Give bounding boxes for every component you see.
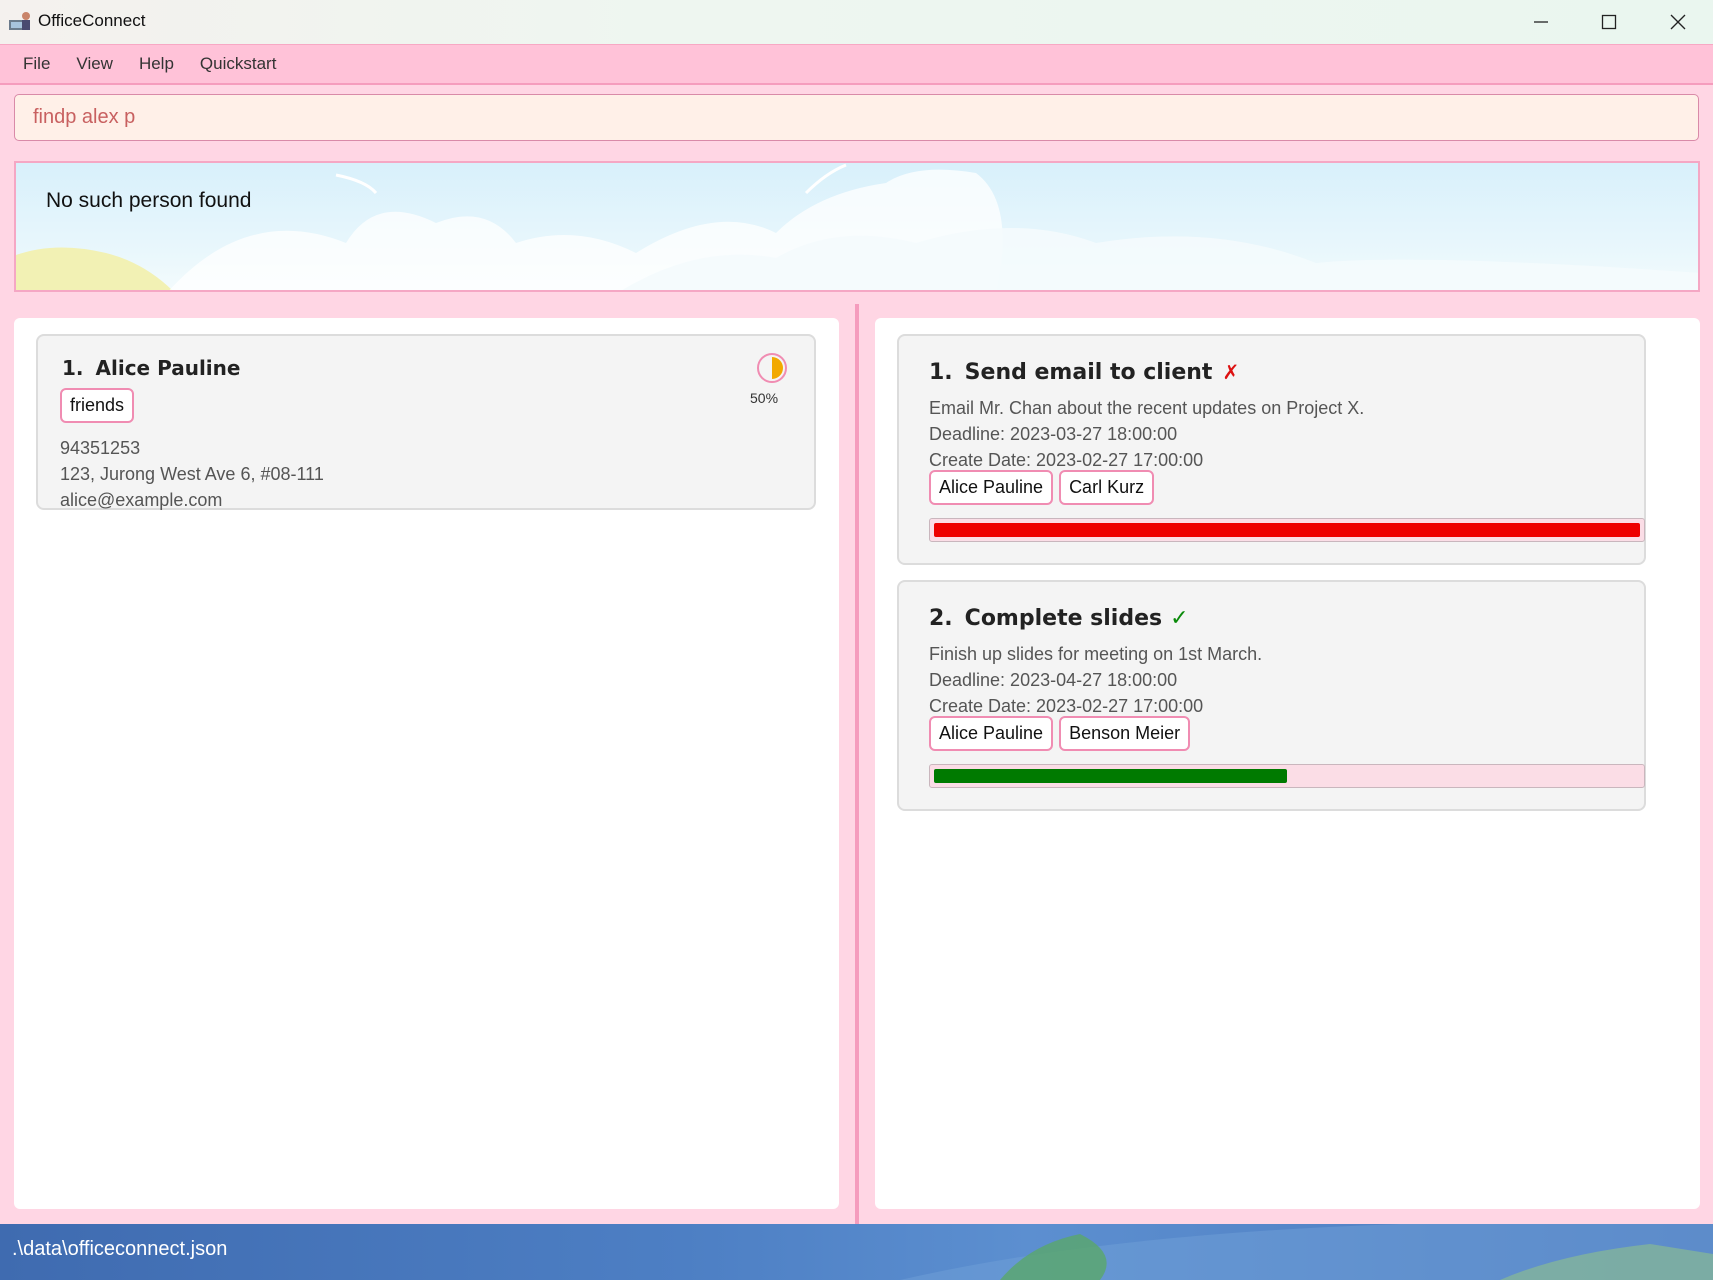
maximize-button[interactable] (1574, 0, 1644, 44)
result-display: No such person found (14, 161, 1700, 292)
progress-percentage: 50% (750, 390, 779, 406)
task-create-date: Create Date: 2023-02-27 17:00:00 (929, 450, 1204, 470)
menu-view[interactable]: View (63, 54, 126, 74)
app-icon (9, 12, 30, 30)
assignee-tag: Alice Pauline (929, 716, 1054, 751)
maximize-icon (1601, 14, 1617, 30)
task-title: 2. Complete slides ✓ (929, 606, 1189, 631)
task-progress-fill (934, 769, 1287, 783)
main-area: 1. Alice Pauline 50% friends 94351253 123… (0, 300, 1713, 1224)
person-address: 123, Jurong West Ave 6, #08-111 (60, 464, 324, 484)
person-index: 1. (62, 356, 84, 380)
save-location-path: .\data\officeconnect.json (12, 1238, 228, 1260)
menu-file[interactable]: File (10, 54, 63, 74)
person-tags: friends (60, 388, 140, 423)
sky-background (16, 163, 1698, 290)
task-card[interactable]: 2. Complete slides ✓ Finish up slides for … (897, 580, 1646, 811)
menu-bar: File View Help Quickstart (0, 44, 1713, 85)
minimize-icon (1534, 21, 1548, 23)
close-button[interactable] (1643, 0, 1713, 44)
task-deadline: Deadline: 2023-03-27 18:00:00 (929, 424, 1178, 444)
command-box-area (0, 85, 1713, 151)
assignee-tag: Alice Pauline (929, 470, 1054, 505)
assignee-tag: Benson Meier (1059, 716, 1191, 751)
person-phone: 94351253 (60, 438, 141, 458)
task-description: Email Mr. Chan about the recent updates … (929, 398, 1365, 418)
person-list-panel: 1. Alice Pauline 50% friends 94351253 123… (14, 318, 839, 1209)
task-deadline: Deadline: 2023-04-27 18:00:00 (929, 670, 1178, 690)
task-index: 1. (929, 360, 953, 385)
task-create-date: Create Date: 2023-02-27 17:00:00 (929, 696, 1204, 716)
person-card[interactable]: 1. Alice Pauline 50% friends 94351253 123… (36, 334, 816, 510)
task-title: 1. Send email to client ✗ (929, 360, 1239, 385)
person-name: 1. Alice Pauline (62, 356, 240, 380)
task-card[interactable]: 1. Send email to client ✗ Email Mr. Chan a… (897, 334, 1646, 565)
status-bar-background (900, 1224, 1713, 1280)
task-progress-bar (929, 764, 1645, 788)
command-input[interactable] (14, 94, 1699, 141)
task-progress-bar (929, 518, 1645, 542)
task-progress-fill (934, 523, 1640, 537)
task-title-text: Send email to client (964, 360, 1213, 385)
result-display-area: No such person found (0, 151, 1713, 300)
check-icon: ✓ (1170, 606, 1189, 631)
title-bar: OfficeConnect (0, 0, 1713, 44)
tag-friends: friends (60, 388, 135, 423)
task-index: 2. (929, 606, 953, 631)
result-message: No such person found (46, 189, 252, 212)
menu-quickstart[interactable]: Quickstart (187, 54, 290, 74)
close-icon (1670, 14, 1686, 30)
window-title: OfficeConnect (38, 11, 146, 30)
person-email: alice@example.com (60, 490, 223, 510)
split-pane-divider[interactable] (855, 304, 859, 1224)
status-bar: .\data\officeconnect.json (0, 1224, 1713, 1280)
minimize-button[interactable] (1506, 0, 1576, 44)
task-description: Finish up slides for meeting on 1st Marc… (929, 644, 1263, 664)
menu-help[interactable]: Help (126, 54, 187, 74)
task-assignees: Alice Pauline Benson Meier (929, 716, 1196, 751)
person-name-text: Alice Pauline (95, 356, 241, 380)
cross-icon: ✗ (1222, 360, 1240, 384)
task-list-panel: 1. Send email to client ✗ Email Mr. Chan a… (875, 318, 1700, 1209)
task-title-text: Complete slides (964, 606, 1163, 631)
progress-pie-icon (757, 353, 787, 383)
task-assignees: Alice Pauline Carl Kurz (929, 470, 1160, 505)
assignee-tag: Carl Kurz (1059, 470, 1155, 505)
